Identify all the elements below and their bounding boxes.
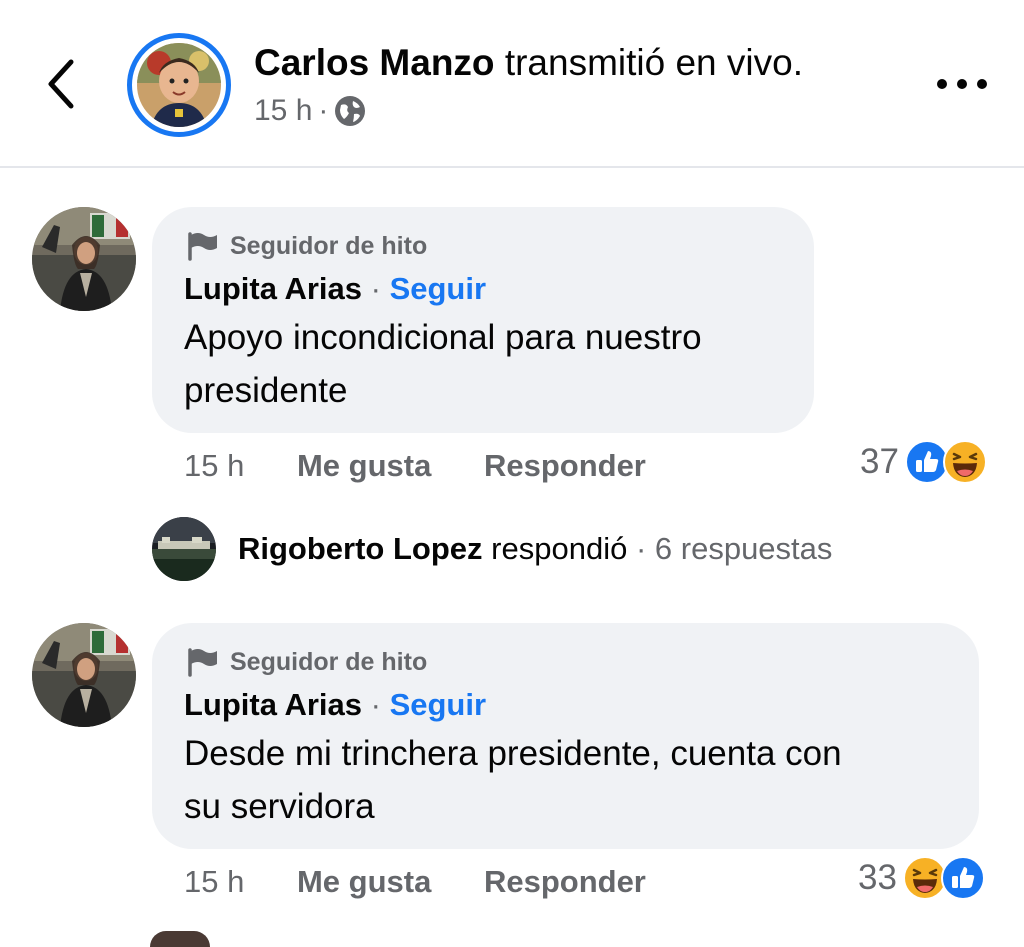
post-action-text: transmitió en vivo. xyxy=(504,42,803,83)
flag-icon xyxy=(188,648,217,677)
comment-text-line: presidente xyxy=(184,371,348,410)
reply-separator: · xyxy=(635,531,647,566)
reply-button[interactable]: Responder xyxy=(484,864,646,899)
reaction-count: 33 xyxy=(858,858,897,897)
milestone-badge: Seguidor de hito xyxy=(186,231,427,261)
follow-button[interactable]: Seguir xyxy=(390,687,486,722)
comment-text-line: su servidora xyxy=(184,787,375,826)
follow-button[interactable]: Seguir xyxy=(390,271,486,306)
author-separator: · xyxy=(370,687,381,722)
reply-action: respondió xyxy=(491,531,628,566)
reply-button[interactable]: Responder xyxy=(484,448,646,483)
comment-text: Desde mi trinchera presidente, cuenta co… xyxy=(184,727,974,833)
view-replies-link[interactable]: Rigoberto Lopez respondió · 6 respuestas xyxy=(238,531,832,567)
like-button[interactable]: Me gusta xyxy=(297,448,431,483)
post-author-name[interactable]: Carlos Manzo xyxy=(254,42,495,83)
comment-author[interactable]: Lupita Arias xyxy=(184,687,362,722)
comment-text-line: Desde mi trinchera presidente, cuenta co… xyxy=(184,734,842,773)
post-time[interactable]: 15 h xyxy=(254,94,312,128)
like-button[interactable]: Me gusta xyxy=(297,864,431,899)
author-separator: · xyxy=(370,271,381,306)
back-button[interactable] xyxy=(36,56,88,112)
comment-text: Apoyo incondicional para nuestro preside… xyxy=(184,311,804,417)
comment-avatar[interactable] xyxy=(32,207,136,311)
badge-label: Seguidor de hito xyxy=(230,647,428,676)
comment-time[interactable]: 15 h xyxy=(184,864,244,899)
person-photo xyxy=(32,623,136,727)
comment-avatar[interactable] xyxy=(32,623,136,727)
post-meta: 15 h · xyxy=(254,94,366,128)
comment-actions: 15 h Me gusta Responder xyxy=(184,864,646,900)
reply-avatar[interactable] xyxy=(152,517,216,581)
chevron-left-icon xyxy=(48,59,74,109)
like-icon xyxy=(940,856,985,900)
comment-time[interactable]: 15 h xyxy=(184,448,244,483)
more-options-button[interactable] xyxy=(934,72,990,96)
badge-label: Seguidor de hito xyxy=(230,231,428,260)
post-title: Carlos Manzo transmitió en vivo. xyxy=(254,42,803,84)
reply-author: Rigoberto Lopez xyxy=(238,531,483,566)
avatar[interactable] xyxy=(137,43,221,127)
reaction-count: 37 xyxy=(860,442,899,481)
globe-icon xyxy=(335,96,366,126)
reactions-summary[interactable]: 37 xyxy=(860,440,987,484)
comment-actions: 15 h Me gusta Responder xyxy=(184,448,646,484)
more-horizontal-icon xyxy=(937,79,987,89)
comment-bubble: Seguidor de hito Lupita Arias · Seguir A… xyxy=(152,207,814,433)
comment-author-row: Lupita Arias · Seguir xyxy=(184,271,486,307)
milestone-badge: Seguidor de hito xyxy=(186,647,427,677)
comment-text-line: Apoyo incondicional para nuestro xyxy=(184,318,702,357)
baby-photo xyxy=(137,43,221,127)
reply-count: 6 respuestas xyxy=(654,531,833,566)
meta-separator: · xyxy=(318,94,329,127)
flag-icon xyxy=(188,232,217,261)
comment-author[interactable]: Lupita Arias xyxy=(184,271,362,306)
person-photo xyxy=(32,207,136,311)
haha-icon xyxy=(942,440,987,484)
reactions-summary[interactable]: 33 xyxy=(858,856,985,900)
landscape-photo xyxy=(152,517,216,581)
next-comment-avatar-peek xyxy=(150,931,210,947)
comment-author-row: Lupita Arias · Seguir xyxy=(184,687,486,723)
comment-bubble: Seguidor de hito Lupita Arias · Seguir D… xyxy=(152,623,979,849)
